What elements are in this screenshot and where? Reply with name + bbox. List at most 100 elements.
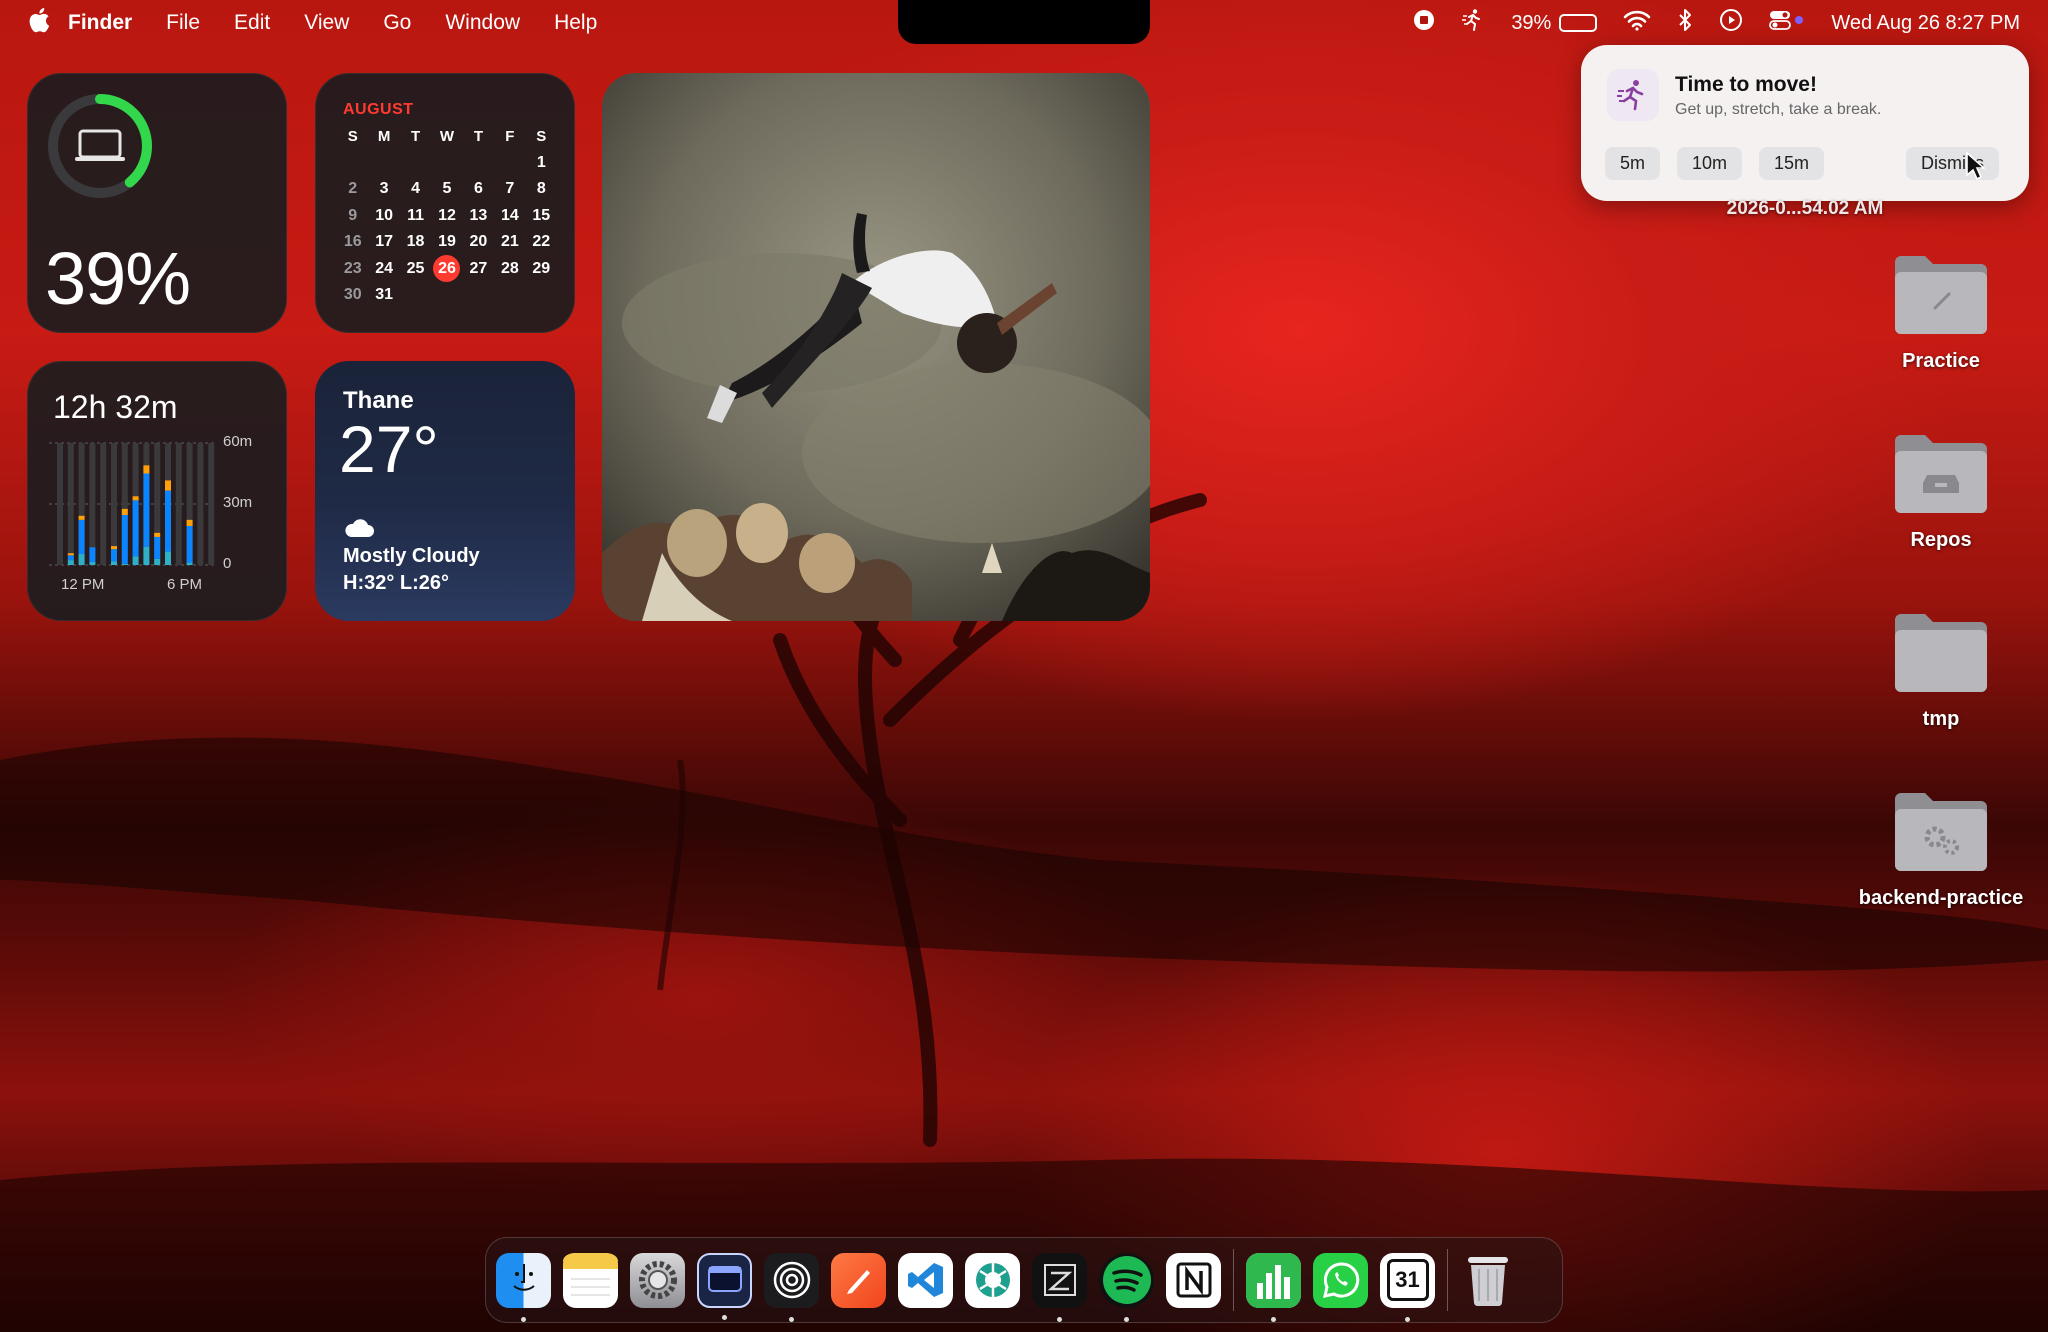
dock-finder[interactable] xyxy=(496,1252,551,1322)
folder-tmp[interactable]: tmp xyxy=(1851,610,2031,731)
calendar-day: 6 xyxy=(473,180,483,198)
battery-status[interactable]: 39% xyxy=(1511,12,1598,35)
running-indicator xyxy=(521,1316,526,1322)
screen-time-bar xyxy=(132,500,139,557)
photo-image xyxy=(602,73,1150,621)
menu-help[interactable]: Help xyxy=(554,11,597,35)
screen-time-hour-track xyxy=(67,443,74,565)
screen-time-bar xyxy=(132,556,139,565)
folder-backend-practice[interactable]: backend-practice xyxy=(1851,789,2031,910)
snooze-15m-button[interactable]: 15m xyxy=(1759,147,1825,180)
dock-spotify[interactable] xyxy=(1099,1252,1154,1322)
aperture-icon xyxy=(975,1263,1010,1297)
dismiss-button[interactable]: Dismiss xyxy=(1906,147,1999,180)
menu-window[interactable]: Window xyxy=(445,11,520,35)
desktop-file-screenshot[interactable]: 2026-0...54.02 AM xyxy=(1581,198,2029,220)
weather-high-low: H:32° L:26° xyxy=(343,572,450,594)
menu-view[interactable]: View xyxy=(304,11,349,35)
dock-notion[interactable] xyxy=(1166,1252,1221,1308)
menu-clock[interactable]: Wed Aug 26 8:27 PM xyxy=(1831,12,2020,35)
weather-widget[interactable]: Thane 27° Mostly Cloudy H:32° L:26° xyxy=(315,361,575,621)
stand-reminder-app-icon xyxy=(1607,69,1659,121)
screen-time-bar xyxy=(154,532,161,537)
calendar-weekday: S xyxy=(347,127,358,145)
menu-go[interactable]: Go xyxy=(383,11,411,35)
battery-widget[interactable]: 39% xyxy=(27,73,287,333)
notification-banner[interactable]: Time to move! Get up, stretch, take a br… xyxy=(1581,45,2029,201)
calendar-day xyxy=(431,282,462,309)
screen-time-bar xyxy=(186,562,193,565)
calendar-weekday: F xyxy=(505,127,515,145)
folder-practice[interactable]: Practice xyxy=(1851,252,2031,373)
screen-time-bar xyxy=(78,519,85,555)
bluetooth-icon[interactable] xyxy=(1677,8,1693,38)
screen-time-bar xyxy=(111,549,117,562)
screen-time-bar xyxy=(121,514,128,564)
dock: 31 xyxy=(485,1237,1563,1323)
folder-icon xyxy=(1891,789,1991,873)
photo-widget[interactable] xyxy=(602,73,1150,621)
calendar-day: 27 xyxy=(469,259,488,277)
screen-record-icon[interactable] xyxy=(1413,9,1435,37)
dock-zed[interactable] xyxy=(1032,1252,1087,1322)
dock-app-8[interactable] xyxy=(965,1252,1020,1308)
cloud-icon xyxy=(345,519,374,537)
screen-time-x-6pm: 6 PM xyxy=(167,576,203,593)
screen-time-bar xyxy=(165,480,171,491)
snooze-5m-button[interactable]: 5m xyxy=(1605,147,1661,180)
dock-app-4[interactable] xyxy=(697,1252,752,1320)
folder-icon xyxy=(1891,252,1991,336)
calendar-day: 5 xyxy=(442,180,452,198)
folder-label: backend-practice xyxy=(1858,887,2024,909)
apple-menu-icon[interactable] xyxy=(28,7,68,40)
screen-time-bar xyxy=(67,555,74,561)
notes-icon xyxy=(563,1252,618,1296)
calendar-day: 1 xyxy=(536,153,546,171)
dock-notes[interactable] xyxy=(563,1252,618,1308)
screen-time-bar xyxy=(121,508,128,515)
screen-time-bar xyxy=(143,546,150,565)
weather-condition: Mostly Cloudy xyxy=(343,545,480,567)
screen-time-bar xyxy=(165,490,171,552)
calendar-widget[interactable]: AUGUST S M T W T F S 1 2 3 4 5 6 7 8 9 10 11 12 13 14 15 16 17 1… xyxy=(315,73,575,333)
now-playing-icon[interactable] xyxy=(1719,8,1743,38)
wifi-icon[interactable] xyxy=(1623,9,1651,37)
dock-whatsapp[interactable] xyxy=(1313,1252,1368,1308)
dock-calendar-app[interactable]: 31 xyxy=(1380,1252,1435,1322)
dock-app-5[interactable] xyxy=(764,1252,819,1322)
snooze-10m-button[interactable]: 10m xyxy=(1677,147,1743,180)
activity-runner-icon[interactable] xyxy=(1461,8,1485,38)
dock-system-settings[interactable] xyxy=(630,1252,685,1308)
menu-file[interactable]: File xyxy=(166,11,200,35)
window-app-icon xyxy=(707,1266,742,1292)
whatsapp-icon xyxy=(1322,1262,1359,1298)
calendar-weekday: W xyxy=(439,127,455,145)
folder-repos[interactable]: Repos xyxy=(1851,431,2031,552)
screen-time-bar xyxy=(154,558,161,565)
screen-time-y-top: 60m xyxy=(223,433,253,450)
screen-time-y-mid: 30m xyxy=(223,494,253,511)
dock-app-6[interactable] xyxy=(831,1252,886,1308)
screen-time-hour-track xyxy=(197,443,204,565)
zed-icon xyxy=(1043,1264,1076,1296)
menu-app-name[interactable]: Finder xyxy=(68,11,132,35)
dock-numbers[interactable] xyxy=(1246,1252,1301,1322)
control-center-icon[interactable] xyxy=(1769,8,1805,38)
screen-time-hour-track xyxy=(89,443,96,565)
calendar-grid: S M T W T F S 1 2 3 4 5 6 7 8 9 10 11 12 13 14 15 16 17 18 19 20 21… xyxy=(337,123,557,309)
screen-time-hour-track xyxy=(175,443,182,565)
calendar-weekday: T xyxy=(410,127,421,145)
dock-trash[interactable] xyxy=(1460,1253,1515,1308)
screen-time-widget[interactable]: 12h 32m 60m 30m 0 12 PM 6 PM xyxy=(27,361,287,621)
dock-vscode[interactable] xyxy=(898,1252,953,1308)
menu-edit[interactable]: Edit xyxy=(234,11,270,35)
screen-time-bar xyxy=(186,519,193,526)
calendar-day: 20 xyxy=(469,233,488,251)
calendar-day: 2 xyxy=(348,180,358,198)
folder-icon xyxy=(1891,610,1991,694)
screen-time-bar xyxy=(89,547,96,562)
calendar-day: 11 xyxy=(407,206,425,224)
dock-separator xyxy=(1447,1249,1448,1311)
screen-time-bar xyxy=(132,496,139,501)
weather-temp: 27° xyxy=(339,412,439,486)
